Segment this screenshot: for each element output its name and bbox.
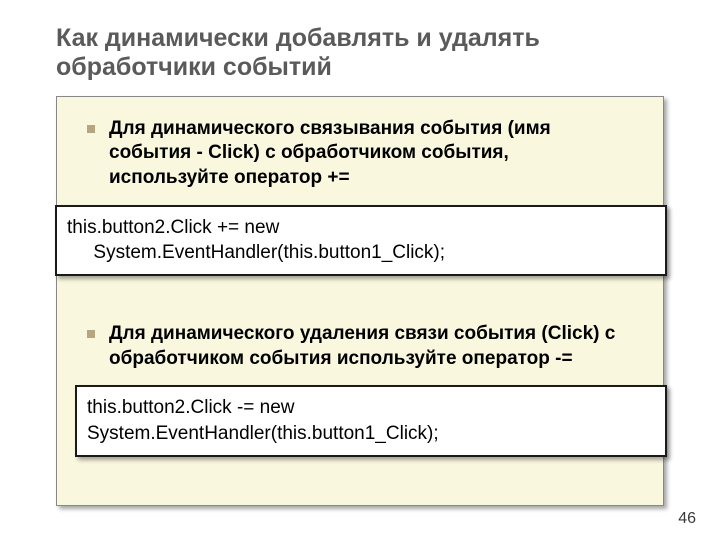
square-bullet-icon — [87, 125, 95, 133]
square-bullet-icon — [87, 330, 95, 338]
code-block: this.button2.Click += new System.EventHa… — [55, 205, 667, 276]
content-panel: Для динамического связывания события (им… — [56, 96, 664, 506]
bullet-item: Для динамического удаления связи события… — [87, 322, 645, 371]
page-number: 46 — [678, 510, 696, 528]
slide-title: Как динамически добавлять и удалять обра… — [56, 24, 616, 82]
bullet-text: Для динамического связывания события (им… — [109, 117, 629, 191]
bullet-item: Для динамического связывания события (им… — [87, 117, 645, 191]
code-block: this.button2.Click -= new System.EventHa… — [75, 385, 667, 456]
slide: Как динамически добавлять и удалять обра… — [0, 0, 720, 540]
bullet-text: Для динамического удаления связи события… — [109, 322, 629, 371]
